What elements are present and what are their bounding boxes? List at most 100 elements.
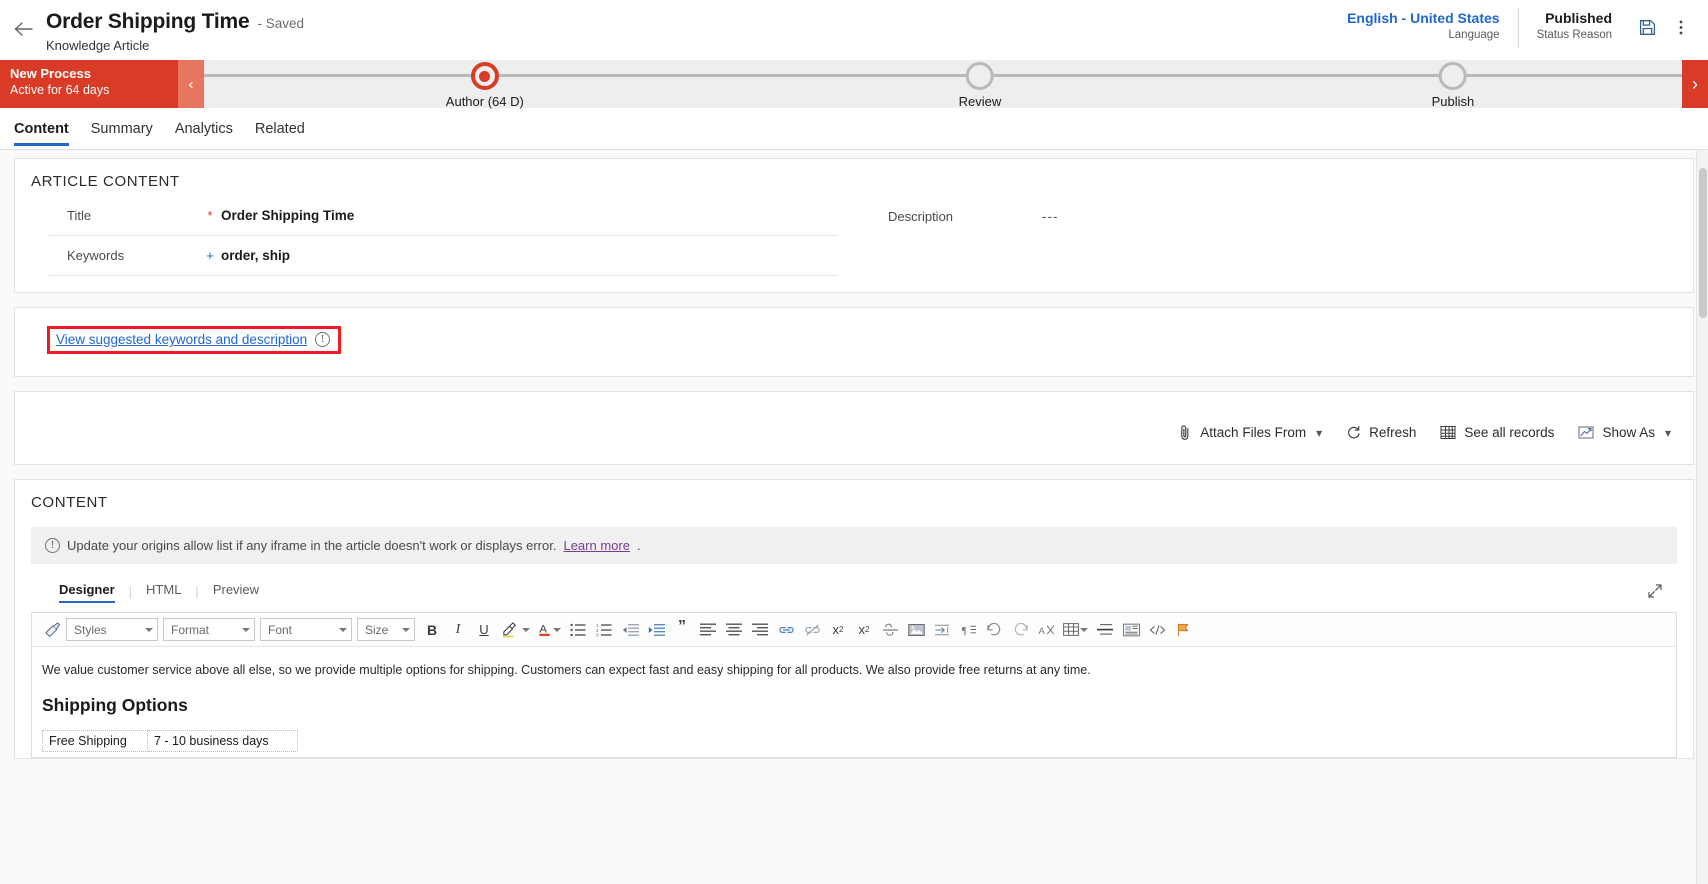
decrease-indent-button[interactable] xyxy=(618,618,642,642)
undo-button[interactable] xyxy=(982,618,1006,642)
flag-button[interactable] xyxy=(1171,618,1195,642)
view-suggested-keywords-link[interactable]: View suggested keywords and description xyxy=(56,332,307,347)
language-value[interactable]: English - United States xyxy=(1347,10,1499,26)
source-code-button[interactable] xyxy=(1145,618,1169,642)
font-color-button[interactable]: A xyxy=(535,618,564,642)
notice-text: Update your origins allow list if any if… xyxy=(67,538,557,553)
chevron-down-icon xyxy=(242,627,250,632)
remove-format-button[interactable]: A xyxy=(1034,618,1058,642)
bpf-stage-marker-icon xyxy=(470,62,499,90)
insert-image-button[interactable] xyxy=(904,618,928,642)
chevron-right-icon[interactable]: › xyxy=(1682,60,1708,108)
strikethrough-button[interactable] xyxy=(878,618,902,642)
info-circle-icon[interactable]: ! xyxy=(315,332,331,347)
language-field[interactable]: English - United States Language xyxy=(1329,8,1517,41)
show-as-button[interactable]: Show As ▾ xyxy=(1566,421,1683,444)
article-content-left-column: Title * Order Shipping Time Keywords + o… xyxy=(33,196,854,276)
bpf-stage-review[interactable]: Review xyxy=(959,60,1001,109)
see-all-records-button[interactable]: See all records xyxy=(1428,421,1566,444)
bpf-stage-publish[interactable]: Publish xyxy=(1431,60,1475,109)
chevron-left-icon[interactable]: ‹ xyxy=(178,60,204,108)
field-title[interactable]: Title * Order Shipping Time xyxy=(49,196,838,236)
numbered-list-button[interactable]: 1 2 3 xyxy=(592,618,616,642)
save-disk-icon[interactable] xyxy=(1630,10,1664,44)
refresh-button[interactable]: Refresh xyxy=(1334,421,1428,444)
article-content-heading: ARTICLE CONTENT xyxy=(31,173,180,190)
status-reason-value: Published xyxy=(1545,10,1612,26)
chevron-down-icon xyxy=(145,627,153,632)
field-keywords-value[interactable]: order, ship xyxy=(221,248,290,263)
attachments-section: Attach Files From ▾ Refresh See all reco… xyxy=(14,391,1694,465)
required-marker: * xyxy=(207,208,213,223)
styles-dropdown[interactable]: Styles xyxy=(66,618,158,641)
font-dropdown[interactable]: Font xyxy=(260,618,352,641)
main-scrollbar[interactable] xyxy=(1696,150,1708,884)
align-right-button[interactable] xyxy=(748,618,772,642)
insert-break-button[interactable] xyxy=(930,618,954,642)
expand-diagonal-icon[interactable] xyxy=(1647,583,1663,599)
refresh-icon xyxy=(1346,425,1361,440)
bpf-stage-author[interactable]: Author (64 D) xyxy=(446,60,524,109)
field-keywords[interactable]: Keywords + order, ship xyxy=(49,236,838,276)
tab-analytics[interactable]: Analytics xyxy=(175,108,233,150)
shipping-option-duration: 7 - 10 business days xyxy=(147,730,298,752)
attachments-toolbar: Attach Files From ▾ Refresh See all reco… xyxy=(1166,420,1683,445)
business-process-flow: New Process Active for 64 days ‹ Author … xyxy=(0,60,1708,109)
show-as-label: Show As xyxy=(1602,425,1655,440)
form-body: ARTICLE CONTENT Title * Order Shipping T… xyxy=(0,150,1708,884)
underline-button[interactable]: U xyxy=(472,618,496,642)
bpf-current-stage[interactable]: New Process Active for 64 days xyxy=(0,60,178,108)
scrollbar-thumb[interactable] xyxy=(1699,168,1707,318)
paperclip-icon xyxy=(1178,424,1192,441)
suggestion-highlight-box: View suggested keywords and description … xyxy=(47,326,342,354)
table-row: Free Shipping 7 - 10 business days xyxy=(42,730,298,752)
text-highlight-button[interactable] xyxy=(498,618,533,642)
subscript-button[interactable]: x2 xyxy=(852,618,876,642)
language-label: Language xyxy=(1448,29,1500,41)
align-center-button[interactable] xyxy=(722,618,746,642)
attach-files-from-button[interactable]: Attach Files From ▾ xyxy=(1166,420,1334,445)
svg-text:3: 3 xyxy=(596,632,599,636)
form-tab-bar: Content Summary Analytics Related xyxy=(0,108,1708,150)
back-arrow-icon[interactable] xyxy=(0,8,46,50)
field-description[interactable]: Description --- xyxy=(870,196,1659,236)
italic-button[interactable]: I xyxy=(446,618,470,642)
tab-related[interactable]: Related xyxy=(255,108,305,150)
format-dropdown[interactable]: Format xyxy=(163,618,255,641)
insert-table-button[interactable] xyxy=(1060,618,1091,642)
field-description-value[interactable]: --- xyxy=(1042,209,1059,224)
align-left-button[interactable] xyxy=(696,618,720,642)
recommended-marker: + xyxy=(206,248,214,263)
increase-indent-button[interactable] xyxy=(644,618,668,642)
bpf-stage-marker-icon xyxy=(1438,62,1467,90)
blockquote-button[interactable]: ” xyxy=(670,618,694,642)
format-painter-icon[interactable] xyxy=(40,618,64,642)
tab-summary[interactable]: Summary xyxy=(91,108,153,150)
article-body-paragraph: We value customer service above all else… xyxy=(42,663,1091,677)
tab-content[interactable]: Content xyxy=(14,108,69,150)
bpf-track: Author (64 D) Review Publish xyxy=(204,60,1682,109)
insert-template-button[interactable] xyxy=(1119,618,1143,642)
size-dropdown[interactable]: Size xyxy=(357,618,415,641)
learn-more-link[interactable]: Learn more xyxy=(563,538,629,553)
editor-tab-preview[interactable]: Preview xyxy=(199,580,273,602)
rtl-direction-button[interactable]: ¶ xyxy=(956,618,980,642)
bulleted-list-button[interactable] xyxy=(566,618,590,642)
svg-text:A: A xyxy=(539,623,547,635)
field-title-label: Title xyxy=(67,208,92,223)
editor-tab-designer[interactable]: Designer xyxy=(59,580,129,603)
editor-tab-html[interactable]: HTML xyxy=(132,580,195,602)
insert-link-button[interactable] xyxy=(774,618,798,642)
styles-dropdown-label: Styles xyxy=(74,622,107,637)
field-description-label: Description xyxy=(888,208,954,224)
superscript-button[interactable]: x2 xyxy=(826,618,850,642)
bold-button[interactable]: B xyxy=(420,618,444,642)
article-content-section: ARTICLE CONTENT Title * Order Shipping T… xyxy=(14,158,1694,293)
horizontal-rule-button[interactable] xyxy=(1093,618,1117,642)
bpf-stage-label: Publish xyxy=(1431,94,1475,109)
unlink-button[interactable] xyxy=(800,618,824,642)
more-vertical-icon[interactable] xyxy=(1664,10,1698,44)
article-body-editor[interactable]: We value customer service above all else… xyxy=(32,647,1676,757)
redo-button[interactable] xyxy=(1008,618,1032,642)
field-title-value[interactable]: Order Shipping Time xyxy=(221,208,354,223)
